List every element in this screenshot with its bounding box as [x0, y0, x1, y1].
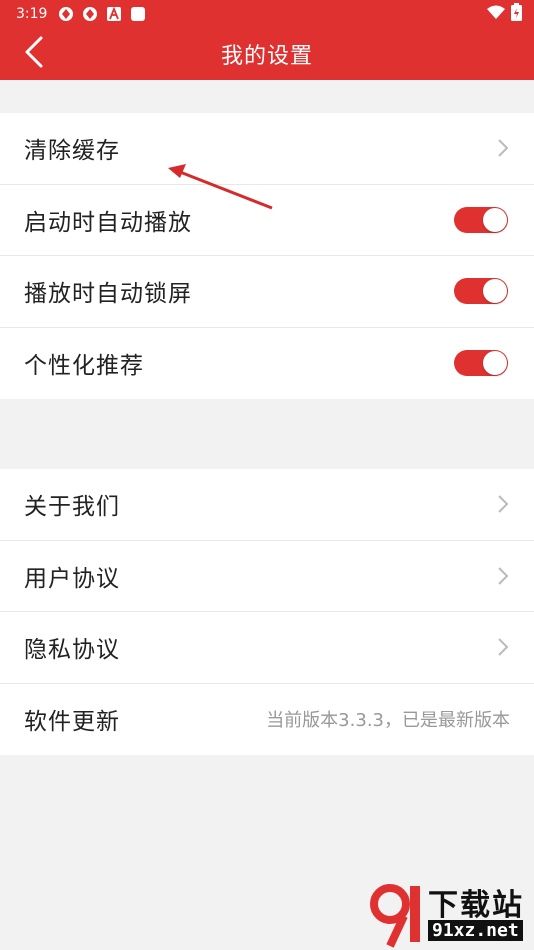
app-notification-icon	[57, 6, 74, 23]
chevron-right-icon	[496, 566, 510, 586]
chevron-right-icon	[496, 494, 510, 514]
autoplay-on-start-label: 启动时自动播放	[24, 209, 192, 236]
software-update-row[interactable]: 软件更新 当前版本3.3.3，已是最新版本	[0, 684, 534, 756]
about-us-label: 关于我们	[24, 494, 120, 521]
clear-cache-label: 清除缓存	[24, 138, 120, 165]
settings-group-about: 关于我们 用户协议 隐私协议 软件更新 当前版本3.3.3，已是最新版本	[0, 469, 534, 755]
a-letter-icon	[105, 6, 122, 23]
site-watermark: 下载站 91xz.net	[370, 880, 530, 948]
autoplay-on-start-toggle[interactable]	[454, 206, 508, 233]
auto-lock-row: 播放时自动锁屏	[0, 256, 534, 328]
about-us-row[interactable]: 关于我们	[0, 469, 534, 541]
back-button[interactable]	[16, 36, 52, 72]
personalized-recommend-toggle[interactable]	[454, 350, 508, 377]
user-agreement-row[interactable]: 用户协议	[0, 541, 534, 612]
square-notification-icon	[129, 6, 146, 23]
app-header: 我的设置	[0, 28, 534, 80]
version-status: 当前版本3.3.3，已是最新版本	[266, 710, 510, 732]
watermark-text: 下载站	[428, 888, 524, 923]
user-agreement-label: 用户协议	[24, 565, 120, 592]
status-bar: 3:19	[0, 0, 534, 28]
auto-lock-toggle[interactable]	[454, 278, 508, 305]
toggle-knob	[483, 351, 507, 376]
chevron-right-icon	[496, 138, 510, 158]
software-update-label: 软件更新	[24, 709, 120, 736]
back-arrow-icon	[24, 36, 44, 72]
privacy-policy-label: 隐私协议	[24, 637, 120, 664]
settings-group-playback: 清除缓存 启动时自动播放 播放时自动锁屏 个性化推荐	[0, 113, 534, 399]
chevron-right-icon	[496, 637, 510, 657]
privacy-policy-row[interactable]: 隐私协议	[0, 612, 534, 684]
wifi-icon	[487, 5, 505, 23]
personalized-recommend-label: 个性化推荐	[24, 353, 144, 380]
toggle-knob	[483, 279, 507, 304]
toggle-knob	[483, 207, 507, 232]
battery-icon	[511, 3, 522, 25]
clear-cache-row[interactable]: 清除缓存	[0, 113, 534, 185]
app-notification-icon	[81, 6, 98, 23]
personalized-recommend-row: 个性化推荐	[0, 328, 534, 400]
watermark-url: 91xz.net	[428, 920, 523, 941]
auto-lock-label: 播放时自动锁屏	[24, 281, 192, 308]
page-title: 我的设置	[220, 44, 313, 69]
watermark-logo-icon	[370, 884, 420, 948]
autoplay-on-start-row: 启动时自动播放	[0, 185, 534, 256]
status-time: 3:19	[16, 6, 48, 22]
